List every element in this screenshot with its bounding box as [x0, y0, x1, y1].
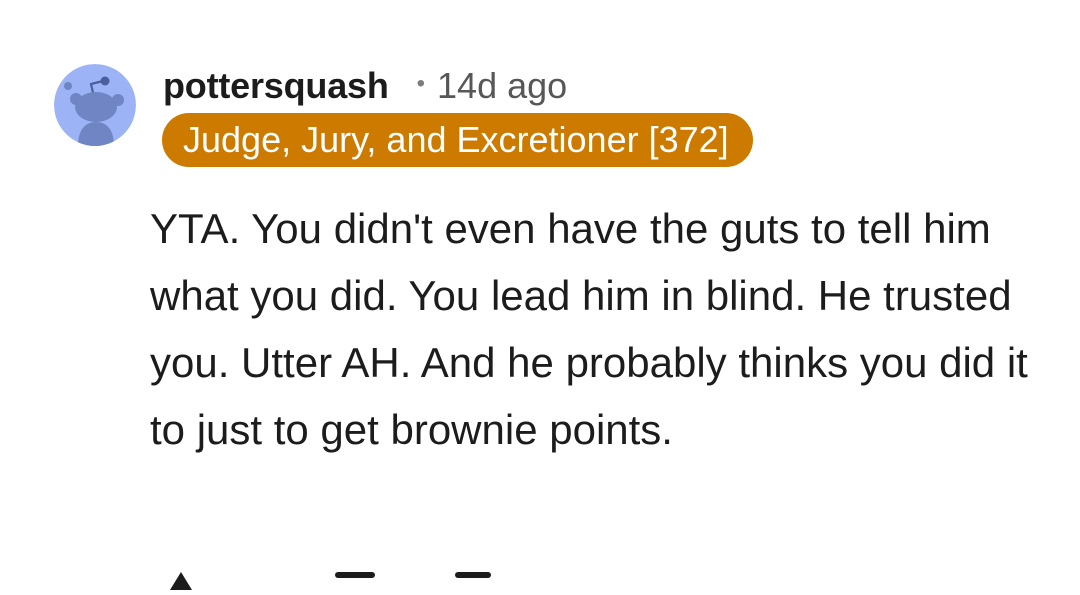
- snoo-avatar-icon: [54, 64, 136, 146]
- comment-author[interactable]: pottersquash: [163, 65, 389, 107]
- user-avatar[interactable]: [54, 64, 136, 146]
- meta-separator: •: [416, 70, 426, 97]
- comment-actions: [150, 560, 1050, 590]
- reply-icon[interactable]: [335, 572, 375, 578]
- user-flair-badge: Judge, Jury, and Excretioner [372]: [162, 113, 753, 167]
- comment-timestamp: 14d ago: [437, 65, 568, 106]
- more-icon[interactable]: [455, 572, 491, 578]
- comment-meta: pottersquash • 14d ago: [163, 64, 567, 108]
- comment-body: YTA. You didn't even have the guts to te…: [150, 205, 1028, 453]
